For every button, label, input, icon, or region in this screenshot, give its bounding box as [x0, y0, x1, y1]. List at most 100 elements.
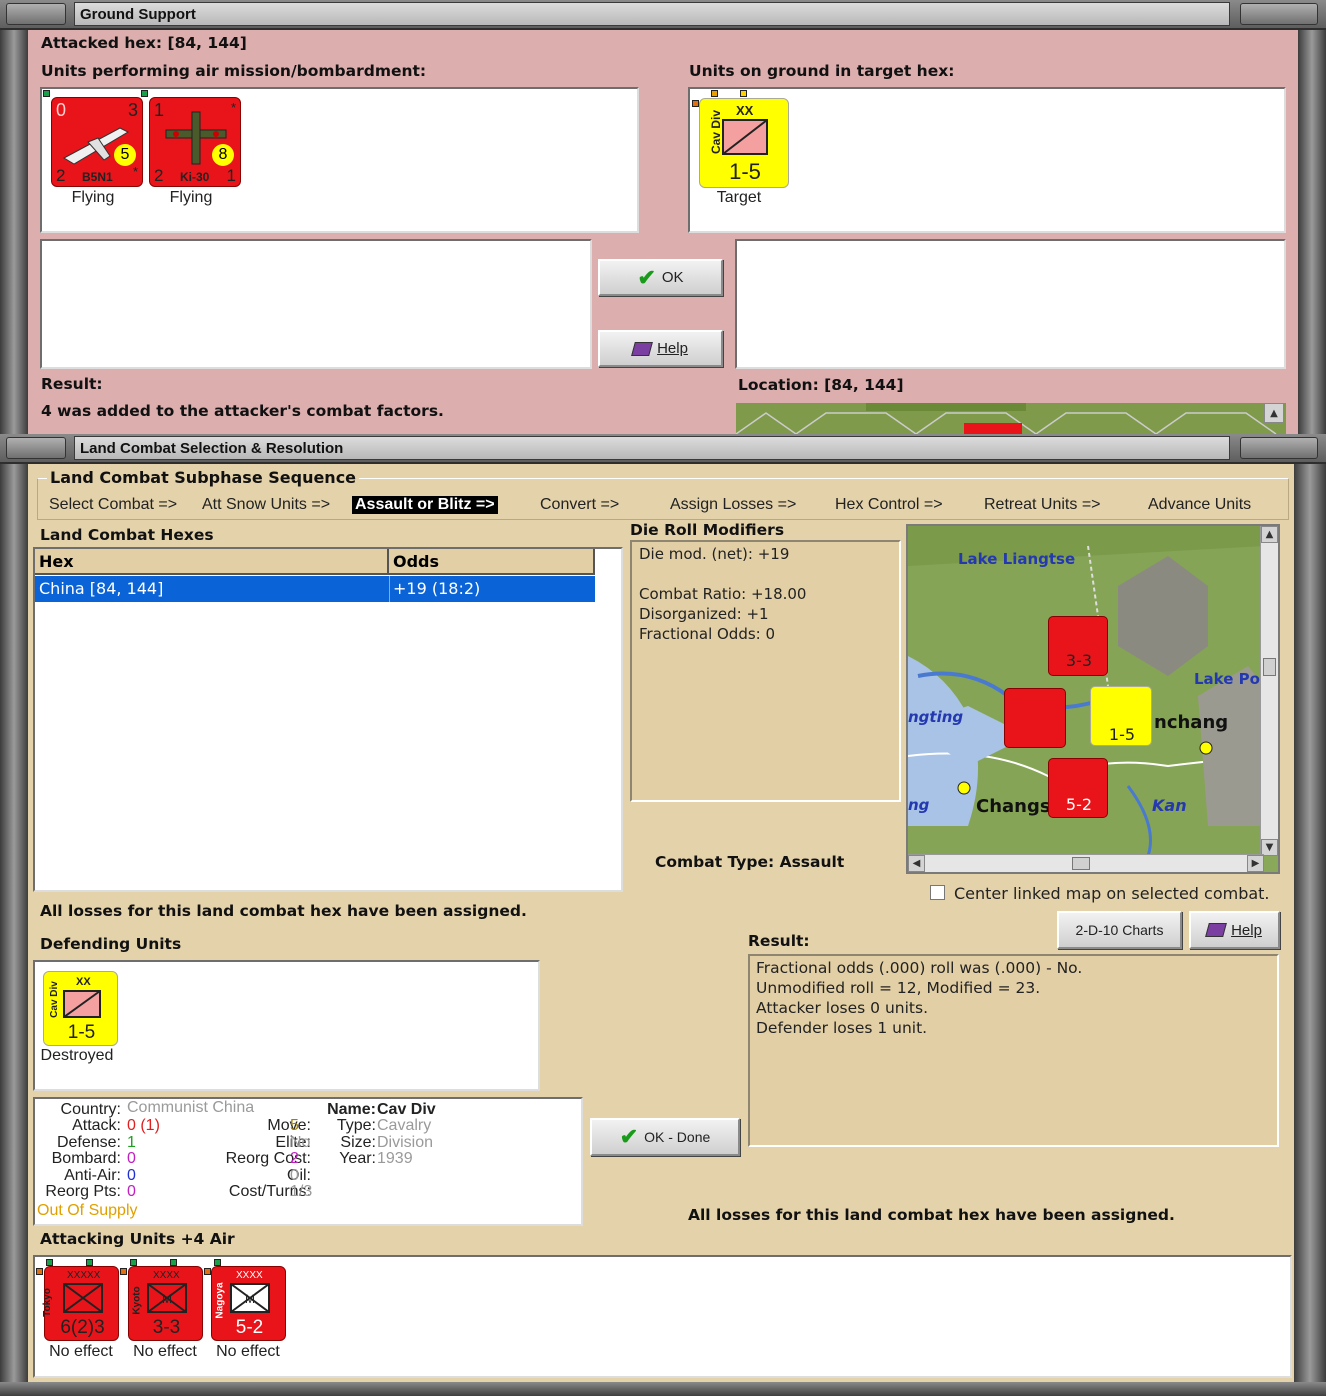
unit-status-dot — [86, 1259, 93, 1266]
map-terrain — [736, 403, 1277, 434]
unit-status-label: Flying — [169, 189, 213, 206]
losses-assigned-message-2: All losses for this land combat hex have… — [688, 1206, 1175, 1224]
unit-status-dot — [170, 1259, 177, 1266]
seq-step-convert: Convert => — [540, 496, 620, 513]
seq-step-hex-control: Hex Control => — [835, 496, 943, 513]
cavalry-unit-icon — [722, 119, 768, 155]
scroll-right-icon[interactable]: ▶ — [1247, 855, 1264, 872]
unit-status-dot — [130, 1259, 137, 1266]
attacker-unit-counter[interactable]: Tokyo XXXXX 6(2)3 — [42, 1266, 119, 1341]
help-book-icon — [1205, 923, 1227, 937]
unit-status-dot — [204, 1268, 211, 1275]
ground-support-titlebar[interactable]: Ground Support — [0, 0, 1326, 30]
unit-status-dot — [711, 90, 718, 97]
ok-button[interactable]: ✔ OK — [598, 259, 723, 296]
scroll-left-icon[interactable]: ◀ — [908, 855, 925, 872]
drm-box: Die mod. (net): +19 Combat Ratio: +18.00… — [630, 540, 901, 802]
air-units-label: Units performing air mission/bombardment… — [41, 62, 427, 80]
linked-map[interactable]: Lake Liangtse Lake Po nchang Changs Kan … — [906, 524, 1280, 874]
unit-info-panel: Country: Communist China Attack: 0 (1) D… — [33, 1097, 583, 1226]
seq-step-att-snow: Att Snow Units => — [202, 496, 331, 513]
close-icon[interactable] — [1240, 3, 1318, 25]
unit-status-dot — [120, 1268, 127, 1275]
location-mini-map[interactable]: ▲ — [736, 403, 1286, 434]
map-unit-counter[interactable] — [1004, 688, 1066, 748]
drm-label: Die Roll Modifiers — [630, 521, 785, 539]
result-label: Result: — [41, 375, 103, 393]
map-vertical-scrollbar[interactable]: ▲ ▼ — [1260, 526, 1278, 856]
check-icon: ✔ — [637, 264, 656, 290]
map-label-city: Changs — [976, 796, 1051, 817]
window-menu-icon[interactable] — [6, 437, 66, 459]
land-combat-titlebar[interactable]: Land Combat Selection & Resolution — [0, 434, 1326, 464]
mechanized-unit-icon: M — [147, 1283, 187, 1313]
unit-status-label: No effect — [216, 1343, 280, 1360]
defending-units-label: Defending Units — [40, 935, 182, 953]
defender-unit-counter[interactable]: Cav Div XX 1-5 — [43, 971, 118, 1046]
mechanized-unit-icon: M — [230, 1283, 270, 1313]
table-header-odds[interactable]: Odds — [389, 549, 595, 575]
seq-step-advance: Advance Units — [1148, 496, 1252, 513]
attacker-unit-counter[interactable]: Nagoya XXXX M 5-2 — [211, 1266, 286, 1341]
table-header-hex[interactable]: Hex — [35, 549, 389, 575]
seq-step-select-combat: Select Combat => — [49, 496, 178, 513]
unit-status-dot — [740, 90, 747, 97]
attacking-units-label: Attacking Units +4 Air — [40, 1230, 235, 1248]
unit-status-dot — [692, 100, 699, 107]
scroll-up-icon[interactable]: ▲ — [1261, 526, 1278, 543]
window-menu-icon[interactable] — [6, 3, 66, 25]
window-control-icon[interactable] — [1240, 437, 1318, 459]
location-label: Location: [84, 144] — [738, 376, 904, 394]
map-label-lake: Lake Po — [1194, 670, 1260, 688]
unit-status-label: No effect — [49, 1343, 113, 1360]
scroll-thumb[interactable] — [1072, 857, 1090, 870]
unit-status-label: Flying — [71, 189, 115, 206]
unit-status-dot — [141, 90, 148, 97]
unit-status-dot — [46, 1259, 53, 1266]
center-map-checkbox[interactable] — [930, 885, 945, 900]
map-unit-counter[interactable]: 1-5 — [1090, 686, 1152, 746]
help-book-icon — [631, 341, 653, 356]
table-row-selected[interactable]: China [84, 144] +19 (18:2) — [35, 576, 595, 602]
losses-assigned-message: All losses for this land combat hex have… — [40, 902, 527, 920]
attacker-unit-counter[interactable]: Kyoto XXXX M 3-3 — [128, 1266, 203, 1341]
unit-status-label: Target — [716, 189, 762, 206]
seq-step-retreat: Retreat Units => — [984, 496, 1101, 513]
air-unit-counter[interactable]: 0 3 5 2 B5N1 * — [51, 97, 143, 187]
seq-step-assign-losses: Assign Losses => — [670, 496, 797, 513]
unit-status-label: No effect — [133, 1343, 197, 1360]
map-label-city: ngting — [908, 708, 964, 726]
help-button[interactable]: Help — [1189, 911, 1280, 949]
center-map-label: Center linked map on selected combat. — [954, 884, 1270, 903]
window-frame-left — [0, 464, 28, 1396]
scroll-thumb[interactable] — [1263, 658, 1276, 676]
defender-detail-box — [735, 239, 1286, 369]
map-label-city: nchang — [1154, 712, 1229, 733]
window-title: Land Combat Selection & Resolution — [74, 436, 1230, 460]
target-unit-counter[interactable]: Cav Div XX 1-5 — [699, 98, 789, 188]
combat-hexes-table[interactable]: Hex Odds China [84, 144] +19 (18:2) — [33, 547, 623, 892]
map-unit-counter[interactable]: 5-2 — [1048, 758, 1108, 818]
help-button[interactable]: Help — [598, 330, 723, 367]
unit-status-dot — [214, 1259, 221, 1266]
seq-step-assault-active: Assault or Blitz => — [352, 496, 498, 514]
check-icon: ✔ — [619, 1124, 639, 1149]
air-unit-counter[interactable]: 1 * 8 2 Ki-30 1 — [149, 97, 241, 187]
svg-text:M: M — [245, 1292, 255, 1306]
map-label-city: Kan — [1152, 796, 1187, 815]
map-label-lake: Lake Liangtse — [958, 550, 1076, 568]
unit-status-label: Destroyed — [40, 1047, 114, 1064]
window-frame-left — [0, 30, 28, 434]
window-frame-right — [1298, 30, 1326, 434]
unit-status-dot — [43, 90, 50, 97]
map-horizontal-scrollbar[interactable]: ◀ ▶ — [908, 854, 1264, 872]
map-unit-counter[interactable]: 3-3 — [1048, 616, 1108, 676]
window-frame-right — [1294, 464, 1326, 1396]
scroll-up-icon[interactable]: ▲ — [1264, 403, 1284, 423]
result-label: Result: — [748, 932, 810, 950]
charts-button[interactable]: 2-D-10 Charts — [1057, 911, 1182, 949]
combat-type-label: Combat Type: Assault — [655, 853, 845, 871]
sequence-label: Land Combat Subphase Sequence — [47, 468, 360, 487]
ok-done-button[interactable]: ✔ OK - Done — [590, 1118, 740, 1156]
window-frame-bottom — [0, 1382, 1326, 1396]
